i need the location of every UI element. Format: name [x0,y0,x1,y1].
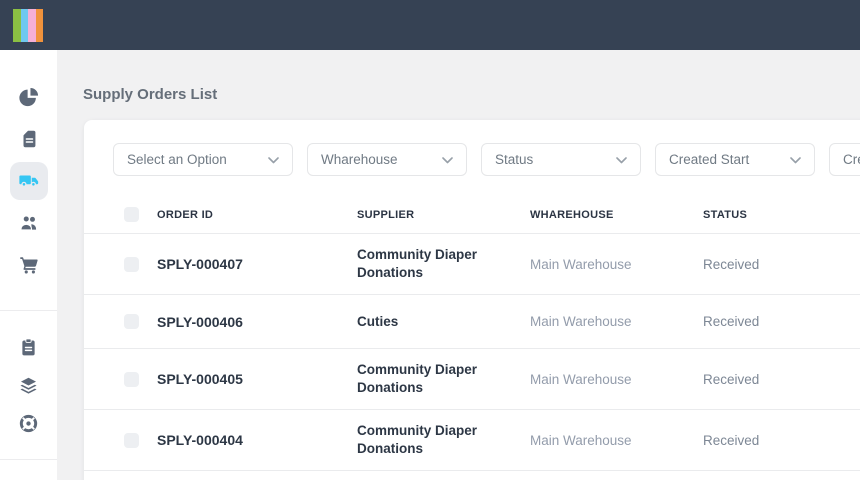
filter-label: Wharehouse [321,152,398,167]
order-id-cell: SPLY-000406 [157,313,243,330]
sidebar [0,50,57,480]
select-option-filter-dropdown[interactable]: Select an Option [113,143,293,176]
truck-icon [18,170,40,192]
orders-card: Select an Option Wharehouse Status Creat… [84,120,860,480]
page-title: Supply Orders List [83,86,218,103]
app-logo[interactable] [13,8,43,42]
column-header-order-id: ORDER ID [157,208,214,221]
supplier-cell: Community Diaper Donations [357,423,478,456]
life-buoy-icon [18,413,39,434]
sidebar-divider-bottom [0,459,57,460]
status-cell: Received [703,256,760,272]
supplier-cell: Community Diaper Donations [357,247,478,280]
row-checkbox[interactable] [124,314,139,329]
warehouse-cell: Main Warehouse [530,371,632,387]
filters-bar: Select an Option Wharehouse Status Creat… [113,143,860,176]
filter-label: Status [495,152,534,167]
main-content: Supply Orders List Select an Option Whar… [57,50,860,480]
layers-icon [18,375,39,396]
filter-label: Created Start [669,152,750,167]
column-header-status: STATUS [703,208,748,221]
sidebar-item-life-buoy[interactable] [10,406,48,440]
topbar [0,0,860,50]
clipboard-icon [18,337,39,358]
shopping-cart-icon [18,254,40,276]
table-row[interactable]: SPLY-000405 Community Diaper Donations M… [84,349,860,410]
users-icon [18,212,40,234]
sidebar-item-truck[interactable] [9,162,48,200]
warehouse-filter-dropdown[interactable]: Wharehouse [307,143,467,176]
table-row[interactable]: SPLY-000406 Cuties Main Warehouse Receiv… [84,295,860,349]
logo-stripe-orange [35,8,43,42]
pie-chart-icon [18,86,40,108]
sidebar-item-users[interactable] [10,204,48,242]
row-checkbox[interactable] [124,432,139,448]
status-cell: Received [703,432,760,448]
logo-stripe-pink [28,8,36,42]
sidebar-top-group [0,50,57,286]
column-header-warehouse: WHAREHOUSE [530,208,614,221]
sidebar-bottom-group [0,311,57,442]
table-row[interactable]: SPLY-000407 Community Diaper Donations M… [84,234,860,295]
chevron-down-icon [616,152,627,167]
created-start-filter-dropdown[interactable]: Created Start [655,143,815,176]
warehouse-cell: Main Warehouse [530,314,632,329]
select-all-checkbox[interactable] [124,207,139,222]
status-cell: Received [703,371,760,387]
warehouse-cell: Main Warehouse [530,432,632,448]
table-row[interactable]: SPLY-000404 Community Diaper Donations M… [84,410,860,471]
sidebar-item-shopping-cart[interactable] [10,246,48,284]
table-header-row: ORDER ID SUPPLIER WHAREHOUSE STATUS [84,196,860,234]
chevron-down-icon [268,152,279,167]
orders-table: ORDER ID SUPPLIER WHAREHOUSE STATUS SPLY… [84,196,860,471]
row-checkbox[interactable] [124,371,139,387]
filter-label: Select an Option [127,152,227,167]
logo-stripe-blue [20,8,28,42]
order-id-cell: SPLY-000405 [157,371,243,387]
sidebar-item-clipboard[interactable] [10,330,48,364]
file-invoice-icon [18,128,40,150]
chevron-down-icon [442,152,453,167]
status-cell: Received [703,314,760,329]
chevron-down-icon [790,152,801,167]
column-header-supplier: SUPPLIER [357,208,415,221]
supplier-cell: Cuties [357,313,399,329]
warehouse-cell: Main Warehouse [530,256,632,272]
supplier-cell: Community Diaper Donations [357,362,478,395]
sidebar-item-file-invoice[interactable] [10,120,48,158]
sidebar-item-layers[interactable] [10,368,48,402]
row-checkbox[interactable] [124,256,139,272]
logo-stripe-green [13,8,21,42]
filter-label: Cre [843,152,860,167]
status-filter-dropdown[interactable]: Status [481,143,641,176]
order-id-cell: SPLY-000404 [157,432,243,448]
sidebar-item-pie-chart[interactable] [10,78,48,116]
created-end-filter-dropdown[interactable]: Cre [829,143,860,176]
order-id-cell: SPLY-000407 [157,256,243,272]
